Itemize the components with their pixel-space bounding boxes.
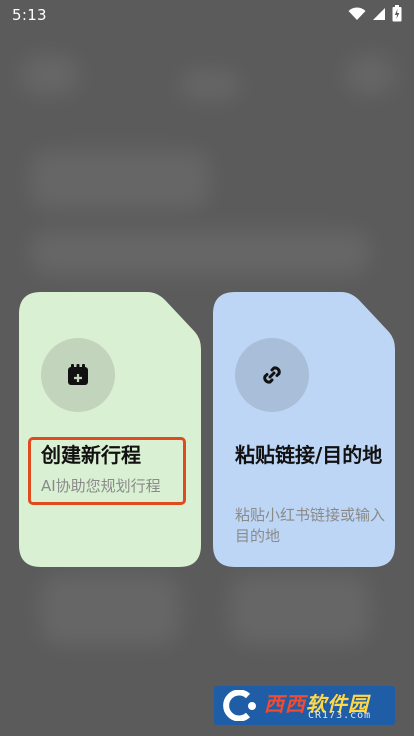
status-bar: 5:13 [0, 0, 414, 30]
status-icons [348, 5, 402, 22]
watermark-domain: CR173.com [308, 710, 372, 721]
paste-link-icon-circle [235, 338, 309, 412]
battery-icon [392, 5, 402, 22]
paste-link-card[interactable]: 粘贴链接/目的地 粘贴小红书链接或输入目的地 [213, 292, 395, 567]
paste-link-subtitle: 粘贴小红书链接或输入目的地 [235, 506, 386, 545]
calendar-add-icon [68, 364, 88, 385]
paste-link-title: 粘贴链接/目的地 [235, 443, 383, 467]
wifi-icon [348, 6, 366, 20]
create-trip-card[interactable]: 创建新行程 AI协助您规划行程 [19, 292, 201, 567]
watermark: 西西软件园 CR173.com [214, 686, 395, 725]
create-trip-icon-circle [41, 338, 115, 412]
link-icon [263, 366, 281, 384]
signal-icon [373, 7, 385, 20]
card-background [19, 292, 201, 567]
watermark-brand-a: 西西 [264, 692, 306, 716]
watermark-logo-icon [223, 690, 256, 721]
highlight-annotation [28, 437, 186, 505]
status-time: 5:13 [12, 6, 47, 24]
